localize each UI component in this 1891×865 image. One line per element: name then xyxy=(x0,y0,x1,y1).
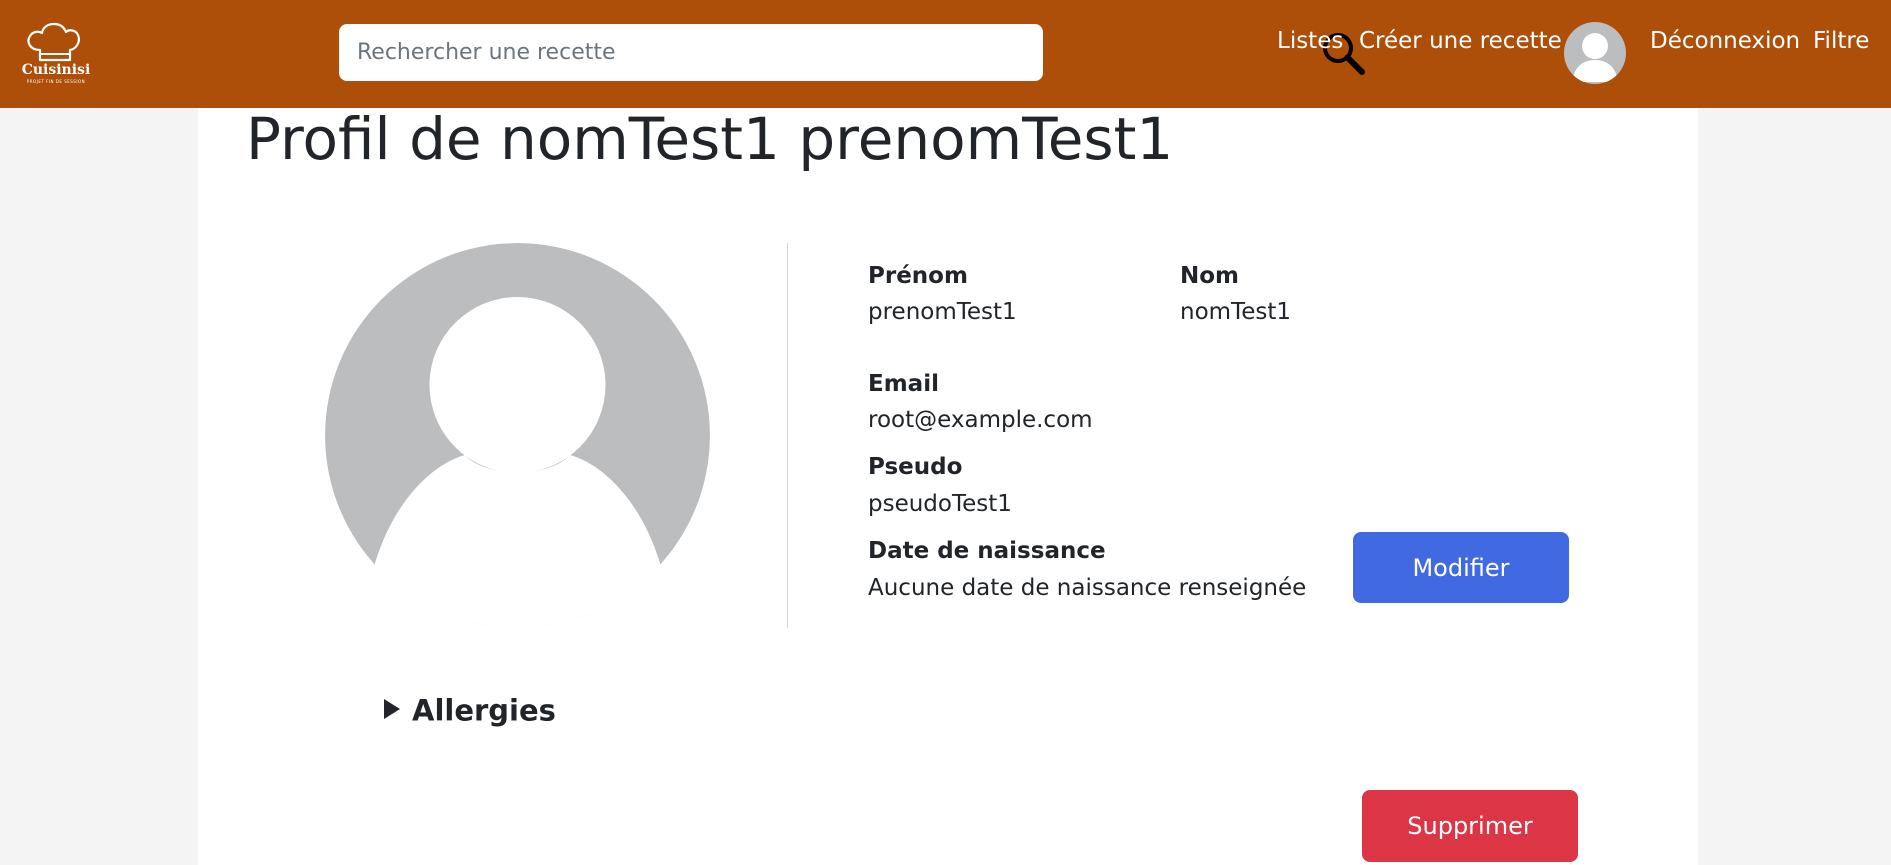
nav-listes-link[interactable]: Listes xyxy=(1277,26,1343,56)
prenom-value: prenomTest1 xyxy=(868,299,1017,325)
vertical-divider xyxy=(787,243,788,628)
modifier-button[interactable]: Modifier xyxy=(1353,532,1569,603)
brand-logo[interactable]: Cuisinisi PROJET FIN DE SESSION xyxy=(20,22,92,88)
email-value: root@example.com xyxy=(868,407,1093,433)
allergies-toggle[interactable]: Allergies xyxy=(384,690,556,731)
top-navbar: Cuisinisi PROJET FIN DE SESSION Listes C… xyxy=(0,0,1891,108)
chef-hat-icon xyxy=(27,22,80,62)
prenom-label: Prénom xyxy=(868,263,968,289)
pseudo-value: pseudoTest1 xyxy=(868,491,1012,517)
triangle-right-icon xyxy=(384,698,400,719)
pseudo-label: Pseudo xyxy=(868,454,963,480)
nom-value: nomTest1 xyxy=(1180,299,1291,325)
nav-filter-link[interactable]: Filtre xyxy=(1813,26,1869,56)
nav-logout-link[interactable]: Déconnexion xyxy=(1650,26,1800,56)
email-label: Email xyxy=(868,371,939,397)
nav-create-recipe-link[interactable]: Créer une recette xyxy=(1359,26,1562,56)
profile-avatar xyxy=(325,243,710,628)
brand-name: Cuisinisi xyxy=(21,62,91,78)
brand-tagline: PROJET FIN DE SESSION xyxy=(26,79,86,84)
user-avatar-icon xyxy=(1572,33,1618,82)
user-avatar-icon xyxy=(325,243,710,628)
nav-profile-avatar[interactable] xyxy=(1564,22,1626,84)
supprimer-button[interactable]: Supprimer xyxy=(1362,790,1578,862)
search-bar xyxy=(339,24,1365,81)
page-title: Profil de nomTest1 prenomTest1 xyxy=(246,105,1174,173)
birthdate-label: Date de naissance xyxy=(868,538,1106,564)
birthdate-value: Aucune date de naissance renseignée xyxy=(868,575,1307,601)
allergies-label: Allergies xyxy=(412,693,556,728)
search-input[interactable] xyxy=(357,24,977,81)
nom-label: Nom xyxy=(1180,263,1240,289)
